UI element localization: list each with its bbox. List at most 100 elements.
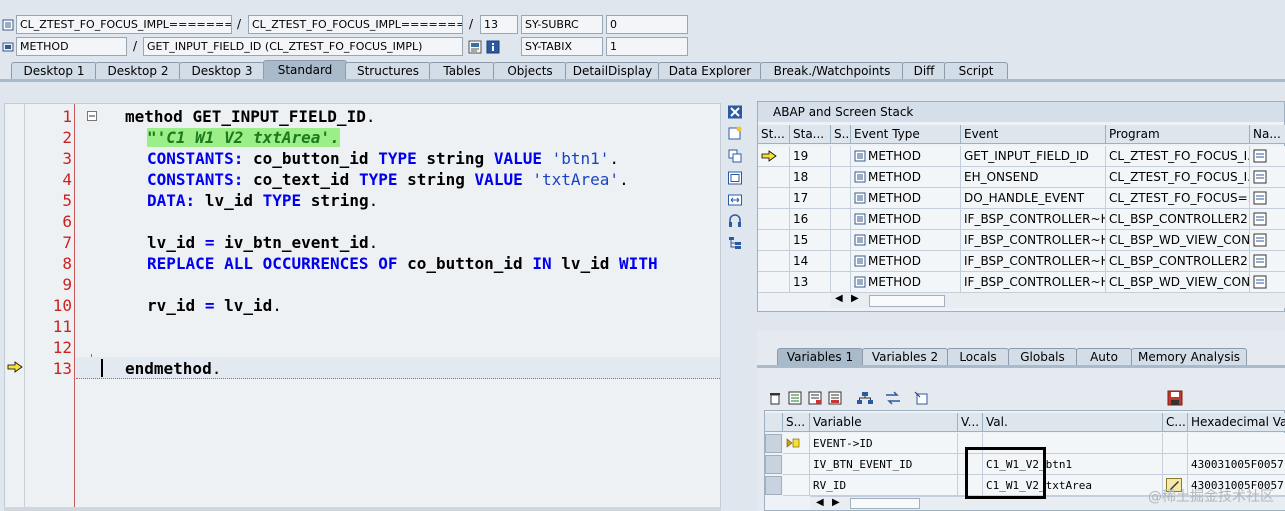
- tab-data-explorer[interactable]: Data Explorer: [658, 62, 762, 80]
- stack-row-program[interactable]: CL_BSP_WD_VIEW_CON...: [1106, 272, 1250, 293]
- hierarchy-icon[interactable]: [856, 391, 874, 405]
- sys-field-name-2[interactable]: SY-TABIX: [521, 37, 603, 56]
- var-col-c[interactable]: C...: [1163, 413, 1188, 432]
- var-col-hex[interactable]: Hexadecimal Value: [1188, 413, 1285, 432]
- stack-row-program[interactable]: CL_BSP_CONTROLLER2=...: [1106, 209, 1250, 230]
- var-row-name[interactable]: EVENT->ID: [810, 433, 958, 454]
- navigate-icon[interactable]: [1253, 149, 1267, 163]
- scroll-left-icon[interactable]: ◀: [835, 293, 843, 304]
- stack-row-navigate[interactable]: [1250, 209, 1285, 230]
- stack-row-event-type[interactable]: METHOD: [851, 209, 961, 230]
- stack-row-event-type[interactable]: METHOD: [851, 188, 961, 209]
- tree-tool-icon[interactable]: [727, 236, 743, 250]
- close-icon[interactable]: [727, 105, 743, 119]
- var-row-name[interactable]: RV_ID: [810, 475, 958, 496]
- stack-row-program[interactable]: CL_ZTEST_FO_FOCUS_I...: [1106, 167, 1250, 188]
- stack-row-event[interactable]: GET_INPUT_FIELD_ID: [961, 146, 1106, 167]
- list-delete-icon[interactable]: [828, 391, 842, 405]
- fold-collapse-icon[interactable]: [87, 111, 97, 121]
- swap-tool-icon[interactable]: [727, 149, 743, 163]
- tab-variables-2[interactable]: Variables 2: [862, 348, 948, 366]
- col-header-event-type[interactable]: Event Type: [851, 125, 961, 144]
- stack-row-event[interactable]: IF_BSP_CONTROLLER~H...: [961, 272, 1106, 293]
- sys-field-value-1[interactable]: 0: [606, 15, 688, 34]
- stack-row-level[interactable]: 13: [790, 272, 831, 293]
- new-tool-icon[interactable]: [727, 126, 743, 140]
- info-icon[interactable]: [486, 40, 500, 54]
- stack-row-event-type[interactable]: METHOD: [851, 251, 961, 272]
- stack-row-level[interactable]: 15: [790, 230, 831, 251]
- var-col-s[interactable]: S...: [783, 413, 810, 432]
- tab-locals[interactable]: Locals: [947, 348, 1009, 366]
- tab-structures[interactable]: Structures: [345, 62, 431, 80]
- var-scroll-thumb[interactable]: [850, 498, 920, 509]
- stack-row-event[interactable]: EH_ONSEND: [961, 167, 1106, 188]
- tab-tables[interactable]: Tables: [429, 62, 495, 80]
- maximize-tool-icon[interactable]: [727, 171, 743, 185]
- var-scroll-right-icon[interactable]: ▶: [832, 497, 840, 508]
- row-selector[interactable]: [765, 455, 782, 474]
- col-header-program[interactable]: Program: [1106, 125, 1250, 144]
- event-field[interactable]: GET_INPUT_FIELD_ID (CL_ZTEST_FO_FOCUS_IM…: [143, 37, 463, 56]
- var-col-v[interactable]: V...: [958, 413, 983, 432]
- stack-row-event-type[interactable]: METHOD: [851, 167, 961, 188]
- scroll-thumb[interactable]: [869, 295, 945, 307]
- tab-auto[interactable]: Auto: [1076, 348, 1132, 366]
- stack-row-event-type[interactable]: METHOD: [851, 146, 961, 167]
- tab-globals[interactable]: Globals: [1008, 348, 1077, 366]
- editor-hscroll[interactable]: [4, 507, 721, 511]
- var-col-variable[interactable]: Variable: [810, 413, 958, 432]
- navigate-icon[interactable]: [1253, 212, 1267, 226]
- headset-tool-icon[interactable]: [727, 214, 743, 228]
- stack-row-event[interactable]: IF_BSP_CONTROLLER~H...: [961, 251, 1106, 272]
- delete-icon[interactable]: [768, 391, 782, 405]
- stack-row-level[interactable]: 17: [790, 188, 831, 209]
- source-editor[interactable]: 1 2 3 4 5 6 7 8 9 10 11 12 13 method GET…: [4, 103, 721, 511]
- stack-row-navigate[interactable]: [1250, 251, 1285, 272]
- stack-row-event[interactable]: DO_HANDLE_EVENT: [961, 188, 1106, 209]
- tab-standard[interactable]: Standard: [263, 60, 347, 80]
- row-selector[interactable]: [765, 476, 782, 495]
- stack-row-navigate[interactable]: [1250, 167, 1285, 188]
- stack-hscroll[interactable]: ◀ ▶: [831, 292, 1285, 308]
- line-number-field[interactable]: 13: [480, 15, 518, 34]
- var-row-hex[interactable]: [1188, 433, 1285, 454]
- tab-script[interactable]: Script: [944, 62, 1008, 80]
- list-icon[interactable]: [788, 391, 802, 405]
- stack-row-level[interactable]: 16: [790, 209, 831, 230]
- navigate-icon[interactable]: [1253, 170, 1267, 184]
- arrows-icon[interactable]: [884, 391, 902, 405]
- sys-field-value-2[interactable]: 1: [606, 37, 688, 56]
- stack-row-program[interactable]: CL_ZTEST_FO_FOCUS=...: [1106, 188, 1250, 209]
- stack-row-navigate[interactable]: [1250, 230, 1285, 251]
- tab-variables-1[interactable]: Variables 1: [777, 348, 863, 366]
- tab-objects[interactable]: Objects: [493, 62, 567, 80]
- stack-row-navigate[interactable]: [1250, 272, 1285, 293]
- select-icon[interactable]: [914, 391, 930, 405]
- var-row-hex[interactable]: 430031005F0057: [1188, 454, 1285, 475]
- tab-desktop-1[interactable]: Desktop 1: [11, 62, 97, 80]
- stack-row-event[interactable]: IF_BSP_CONTROLLER~H...: [961, 230, 1106, 251]
- tab-break-watchpoints[interactable]: Break./Watchpoints: [760, 62, 904, 80]
- tab-desktop-3[interactable]: Desktop 3: [179, 62, 265, 80]
- var-row-name[interactable]: IV_BTN_EVENT_ID: [810, 454, 958, 475]
- col-header-sta[interactable]: Sta...: [790, 125, 831, 144]
- event-type-field[interactable]: METHOD: [16, 37, 127, 56]
- col-header-s[interactable]: S...: [831, 125, 851, 144]
- program-field[interactable]: CL_ZTEST_FO_FOCUS_IMPL=======...: [16, 15, 232, 34]
- navigate-icon[interactable]: [1253, 233, 1267, 247]
- scroll-right-icon[interactable]: ▶: [851, 293, 859, 304]
- stack-row-event-type[interactable]: METHOD: [851, 230, 961, 251]
- stack-row-event-type[interactable]: METHOD: [851, 272, 961, 293]
- stack-row-program[interactable]: CL_BSP_WD_VIEW_CON...: [1106, 230, 1250, 251]
- col-header-st[interactable]: St...: [758, 125, 790, 144]
- tab-diff[interactable]: Diff: [902, 62, 946, 80]
- tab-memory-analysis[interactable]: Memory Analysis: [1131, 348, 1247, 366]
- stack-row-event[interactable]: IF_BSP_CONTROLLER~H...: [961, 209, 1106, 230]
- stack-row-navigate[interactable]: [1250, 146, 1285, 167]
- col-header-name[interactable]: Na...: [1250, 125, 1285, 144]
- var-col-value[interactable]: Val.: [983, 413, 1163, 432]
- stack-row-level[interactable]: 19: [790, 146, 831, 167]
- stack-row-navigate[interactable]: [1250, 188, 1285, 209]
- navigate-icon[interactable]: [1253, 254, 1267, 268]
